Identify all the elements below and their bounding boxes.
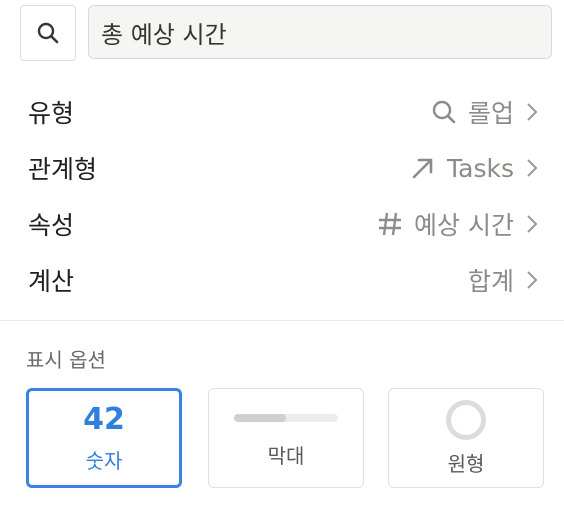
bar-preview bbox=[234, 413, 338, 422]
chevron-right-icon bbox=[524, 102, 540, 122]
bar-preview-fill bbox=[234, 413, 286, 422]
option-label: 원형 bbox=[447, 451, 485, 476]
option-ring[interactable]: 원형 bbox=[388, 388, 544, 488]
display-options-title: 표시 옵션 bbox=[26, 348, 106, 372]
row-relation[interactable]: 관계형 Tasks bbox=[28, 140, 540, 196]
chevron-right-icon bbox=[524, 270, 540, 290]
search-field[interactable] bbox=[88, 5, 552, 59]
row-calculate[interactable]: 계산 합계 bbox=[28, 252, 540, 308]
arrow-up-right-icon bbox=[412, 158, 433, 179]
chevron-right-icon bbox=[524, 214, 540, 234]
row-value-text: Tasks bbox=[447, 153, 514, 183]
number-preview: 42 bbox=[83, 401, 125, 437]
row-value-text: 롤업 bbox=[467, 99, 514, 128]
search-button[interactable] bbox=[20, 5, 76, 61]
row-value: 예상 시간 bbox=[376, 206, 540, 242]
search-input[interactable] bbox=[99, 17, 551, 47]
search-icon bbox=[37, 22, 59, 44]
option-bar[interactable]: 막대 bbox=[208, 388, 364, 488]
ring-preview bbox=[446, 399, 486, 440]
search-icon bbox=[432, 100, 456, 124]
display-options: 42 숫자 막대 원형 bbox=[26, 388, 544, 491]
row-value: Tasks bbox=[409, 154, 540, 183]
row-label: 계산 bbox=[28, 267, 75, 296]
rollup-settings: 유형 롤업 관계형 Tasks 속성 예상 시간 계산 합계 bbox=[28, 84, 540, 308]
row-label: 속성 bbox=[28, 211, 75, 240]
row-value: 롤업 bbox=[430, 94, 540, 130]
option-number[interactable]: 42 숫자 bbox=[26, 388, 182, 488]
option-label: 숫자 bbox=[85, 448, 123, 473]
row-label: 유형 bbox=[28, 99, 75, 128]
hash-icon bbox=[379, 212, 402, 236]
row-value-text: 예상 시간 bbox=[414, 211, 514, 240]
row-label: 관계형 bbox=[28, 155, 98, 184]
row-property[interactable]: 속성 예상 시간 bbox=[28, 196, 540, 252]
row-value: 합계 bbox=[468, 262, 540, 298]
row-type[interactable]: 유형 롤업 bbox=[28, 84, 540, 140]
option-label: 막대 bbox=[267, 443, 305, 468]
search-row bbox=[20, 5, 552, 61]
chevron-right-icon bbox=[524, 158, 540, 178]
divider bbox=[0, 320, 564, 321]
row-value-text: 합계 bbox=[467, 267, 514, 296]
